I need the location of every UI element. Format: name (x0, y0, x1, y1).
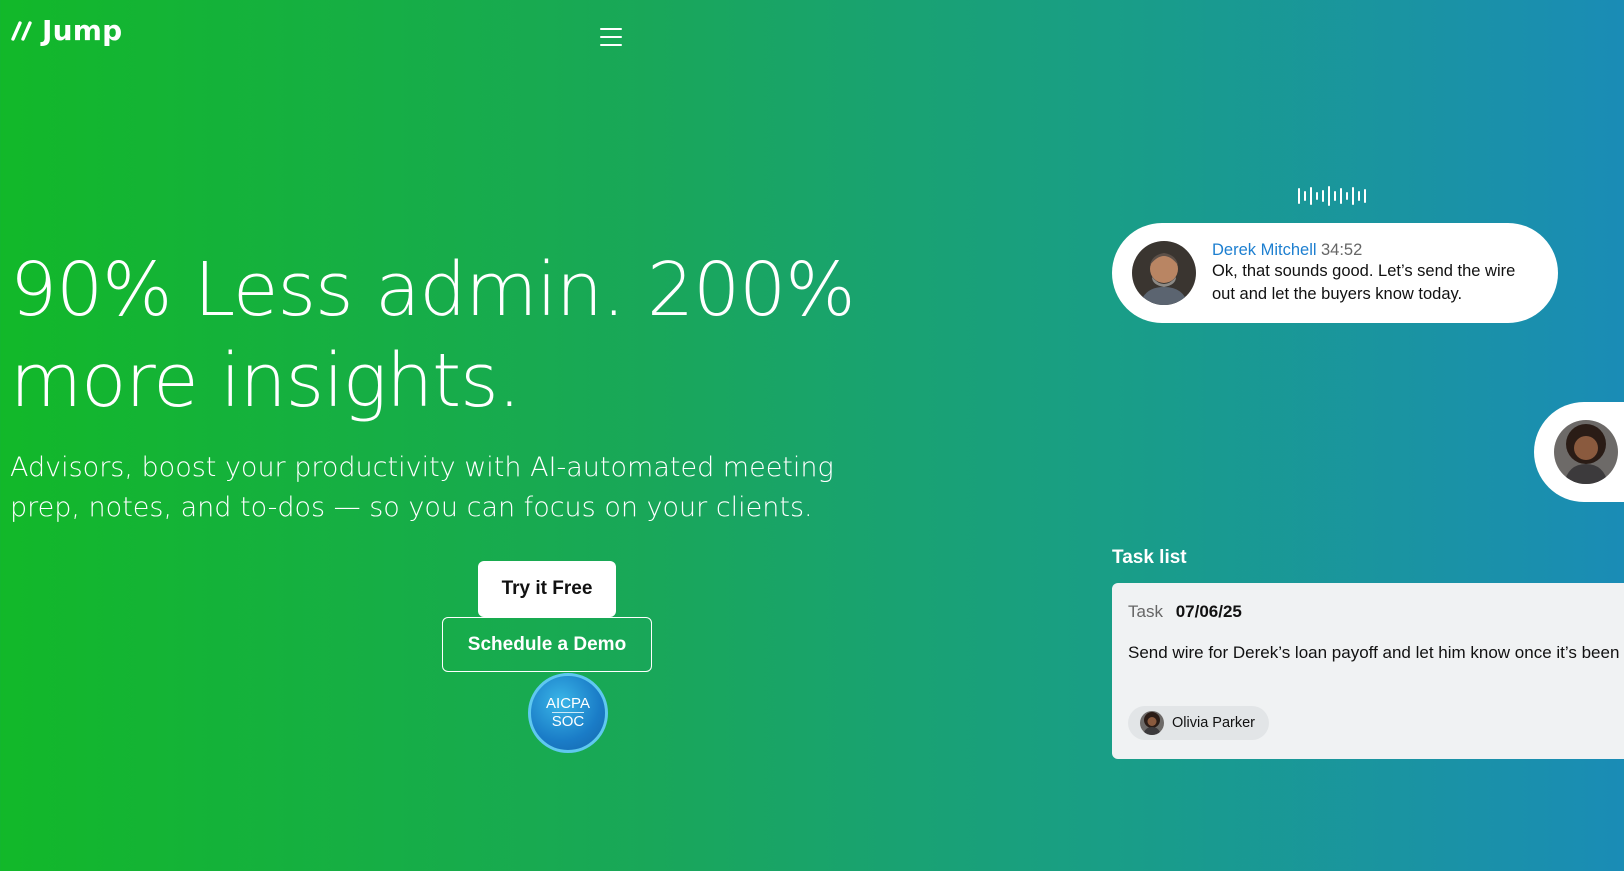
task-label: Task (1128, 602, 1163, 621)
task-list-heading: Task list (1112, 547, 1187, 568)
aicpa-soc-badge: AICPA SOC (528, 673, 608, 753)
task-description: Send wire for Derek’s loan payoff and le… (1128, 643, 1624, 662)
badge-bottom-text: SOC (551, 712, 585, 730)
hero-title: 90% Less admin. 200% more insights. (10, 247, 856, 424)
olivia-avatar (1140, 711, 1164, 735)
jump-logo-mark-icon (11, 20, 32, 41)
jump-logo[interactable]: Jump (10, 14, 122, 47)
olivia-avatar-large (1554, 420, 1618, 484)
derek-avatar (1132, 241, 1196, 305)
try-it-free-button[interactable]: Try it Free (478, 561, 616, 617)
brand-name: Jump (42, 14, 123, 47)
badge-top-text: AICPA (546, 695, 590, 712)
transcript-message: Ok, that sounds good. Let’s send the wir… (1212, 261, 1516, 303)
audio-waveform-icon (1298, 186, 1366, 206)
hamburger-menu-icon[interactable] (600, 28, 622, 46)
assignee-chip[interactable]: Olivia Parker (1128, 706, 1269, 740)
speaker-timestamp: 34:52 (1320, 240, 1363, 259)
schedule-demo-button[interactable]: Schedule a Demo (442, 617, 652, 672)
assignee-name: Olivia Parker (1172, 715, 1255, 731)
task-date: 07/06/25 (1175, 602, 1242, 621)
transcript-bubble: Derek Mitchell 34:52 Ok, that sounds goo… (1112, 223, 1558, 323)
task-header: Task 07/06/25 (1128, 602, 1242, 622)
transcript-body: Derek Mitchell 34:52 Ok, that sounds goo… (1212, 241, 1542, 306)
hero-subtitle: Advisors, boost your productivity with A… (10, 452, 834, 523)
task-card[interactable]: Task 07/06/25 Send wire for Derek’s loan… (1112, 583, 1624, 759)
speaker-name: Derek Mitchell (1212, 240, 1317, 259)
